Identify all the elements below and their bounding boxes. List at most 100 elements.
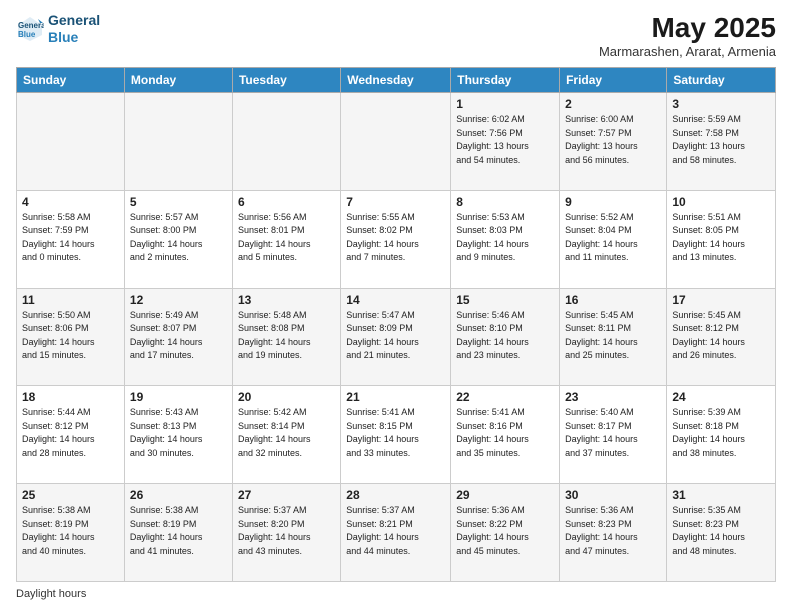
day-number: 29 — [456, 488, 554, 502]
day-info: Sunrise: 5:46 AM Sunset: 8:10 PM Dayligh… — [456, 309, 554, 363]
day-info: Sunrise: 5:36 AM Sunset: 8:22 PM Dayligh… — [456, 504, 554, 558]
day-info: Sunrise: 5:41 AM Sunset: 8:16 PM Dayligh… — [456, 406, 554, 460]
calendar-week-1: 1 Sunrise: 6:02 AM Sunset: 7:56 PM Daylig… — [17, 93, 776, 191]
calendar-header-thursday: Thursday — [451, 68, 560, 93]
day-number: 15 — [456, 293, 554, 307]
calendar-cell: 30 Sunrise: 5:36 AM Sunset: 8:23 PM Dayli… — [560, 484, 667, 582]
calendar-cell: 13Sunrise: 5:48 AM Sunset: 8:08 PM Dayli… — [232, 288, 340, 386]
day-number: 12 — [130, 293, 227, 307]
day-info: Sunrise: 5:47 AM Sunset: 8:09 PM Dayligh… — [346, 309, 445, 363]
main-title: May 2025 — [599, 12, 776, 44]
day-info: Sunrise: 5:37 AM Sunset: 8:20 PM Dayligh… — [238, 504, 335, 558]
logo-icon: General Blue — [16, 15, 44, 43]
day-info: Sunrise: 5:51 AM Sunset: 8:05 PM Dayligh… — [672, 211, 770, 265]
day-info: Sunrise: 5:45 AM Sunset: 8:11 PM Dayligh… — [565, 309, 661, 363]
day-number: 17 — [672, 293, 770, 307]
calendar-cell: 6 Sunrise: 5:56 AM Sunset: 8:01 PM Daylig… — [232, 190, 340, 288]
calendar-header-friday: Friday — [560, 68, 667, 93]
footer: Daylight hours — [16, 588, 776, 600]
day-number: 7 — [346, 195, 445, 209]
day-info: Sunrise: 5:36 AM Sunset: 8:23 PM Dayligh… — [565, 504, 661, 558]
day-number: 21 — [346, 390, 445, 404]
calendar-cell: 10Sunrise: 5:51 AM Sunset: 8:05 PM Dayli… — [667, 190, 776, 288]
day-info: Sunrise: 5:44 AM Sunset: 8:12 PM Dayligh… — [22, 406, 119, 460]
logo: General Blue General Blue — [16, 12, 100, 46]
day-info: Sunrise: 5:38 AM Sunset: 8:19 PM Dayligh… — [130, 504, 227, 558]
day-info: Sunrise: 5:59 AM Sunset: 7:58 PM Dayligh… — [672, 113, 770, 167]
calendar-cell: 31 Sunrise: 5:35 AM Sunset: 8:23 PM Dayli… — [667, 484, 776, 582]
calendar-cell: 8Sunrise: 5:53 AM Sunset: 8:03 PM Daylig… — [451, 190, 560, 288]
calendar-cell: 25 Sunrise: 5:38 AM Sunset: 8:19 PM Dayli… — [17, 484, 125, 582]
day-number: 24 — [672, 390, 770, 404]
day-number: 28 — [346, 488, 445, 502]
day-info: Sunrise: 5:45 AM Sunset: 8:12 PM Dayligh… — [672, 309, 770, 363]
day-number: 20 — [238, 390, 335, 404]
day-info: Sunrise: 5:37 AM Sunset: 8:21 PM Dayligh… — [346, 504, 445, 558]
day-info: Sunrise: 5:35 AM Sunset: 8:23 PM Dayligh… — [672, 504, 770, 558]
day-number: 13 — [238, 293, 335, 307]
calendar-cell — [232, 93, 340, 191]
day-number: 1 — [456, 97, 554, 111]
day-number: 25 — [22, 488, 119, 502]
title-block: May 2025 Marmarashen, Ararat, Armenia — [599, 12, 776, 59]
day-number: 26 — [130, 488, 227, 502]
calendar-week-5: 25 Sunrise: 5:38 AM Sunset: 8:19 PM Dayli… — [17, 484, 776, 582]
calendar-cell: 12Sunrise: 5:49 AM Sunset: 8:07 PM Dayli… — [124, 288, 232, 386]
day-number: 3 — [672, 97, 770, 111]
calendar-cell — [341, 93, 451, 191]
day-number: 8 — [456, 195, 554, 209]
day-info: Sunrise: 5:52 AM Sunset: 8:04 PM Dayligh… — [565, 211, 661, 265]
day-number: 9 — [565, 195, 661, 209]
calendar-cell: 23Sunrise: 5:40 AM Sunset: 8:17 PM Dayli… — [560, 386, 667, 484]
day-number: 19 — [130, 390, 227, 404]
calendar-cell: 15 Sunrise: 5:46 AM Sunset: 8:10 PM Dayli… — [451, 288, 560, 386]
header: General Blue General Blue May 2025 Marma… — [16, 12, 776, 59]
calendar-cell: 20 Sunrise: 5:42 AM Sunset: 8:14 PM Dayli… — [232, 386, 340, 484]
calendar-cell: 5 Sunrise: 5:57 AM Sunset: 8:00 PM Daylig… — [124, 190, 232, 288]
day-number: 4 — [22, 195, 119, 209]
day-info: Sunrise: 6:00 AM Sunset: 7:57 PM Dayligh… — [565, 113, 661, 167]
calendar-header-wednesday: Wednesday — [341, 68, 451, 93]
logo-text: General Blue — [48, 12, 100, 46]
calendar-cell — [17, 93, 125, 191]
day-number: 6 — [238, 195, 335, 209]
calendar-cell: 11Sunrise: 5:50 AM Sunset: 8:06 PM Dayli… — [17, 288, 125, 386]
calendar-week-4: 18 Sunrise: 5:44 AM Sunset: 8:12 PM Dayli… — [17, 386, 776, 484]
day-number: 31 — [672, 488, 770, 502]
calendar-cell — [124, 93, 232, 191]
day-info: Sunrise: 5:39 AM Sunset: 8:18 PM Dayligh… — [672, 406, 770, 460]
day-number: 5 — [130, 195, 227, 209]
day-number: 30 — [565, 488, 661, 502]
calendar-cell: 1 Sunrise: 6:02 AM Sunset: 7:56 PM Daylig… — [451, 93, 560, 191]
calendar-cell: 24 Sunrise: 5:39 AM Sunset: 8:18 PM Dayli… — [667, 386, 776, 484]
day-number: 22 — [456, 390, 554, 404]
calendar-week-2: 4Sunrise: 5:58 AM Sunset: 7:59 PM Daylig… — [17, 190, 776, 288]
daylight-label: Daylight hours — [16, 588, 86, 600]
calendar-cell: 28 Sunrise: 5:37 AM Sunset: 8:21 PM Dayli… — [341, 484, 451, 582]
calendar-cell: 2Sunrise: 6:00 AM Sunset: 7:57 PM Daylig… — [560, 93, 667, 191]
day-info: Sunrise: 5:56 AM Sunset: 8:01 PM Dayligh… — [238, 211, 335, 265]
day-number: 16 — [565, 293, 661, 307]
day-info: Sunrise: 5:38 AM Sunset: 8:19 PM Dayligh… — [22, 504, 119, 558]
day-info: Sunrise: 5:42 AM Sunset: 8:14 PM Dayligh… — [238, 406, 335, 460]
day-info: Sunrise: 5:50 AM Sunset: 8:06 PM Dayligh… — [22, 309, 119, 363]
calendar-cell: 16 Sunrise: 5:45 AM Sunset: 8:11 PM Dayli… — [560, 288, 667, 386]
day-info: Sunrise: 5:55 AM Sunset: 8:02 PM Dayligh… — [346, 211, 445, 265]
page: General Blue General Blue May 2025 Marma… — [0, 0, 792, 612]
svg-text:Blue: Blue — [18, 30, 36, 39]
calendar-cell: 4Sunrise: 5:58 AM Sunset: 7:59 PM Daylig… — [17, 190, 125, 288]
calendar-cell: 19Sunrise: 5:43 AM Sunset: 8:13 PM Dayli… — [124, 386, 232, 484]
calendar-cell: 22 Sunrise: 5:41 AM Sunset: 8:16 PM Dayli… — [451, 386, 560, 484]
calendar-cell: 26 Sunrise: 5:38 AM Sunset: 8:19 PM Dayli… — [124, 484, 232, 582]
calendar-header-sunday: Sunday — [17, 68, 125, 93]
day-info: Sunrise: 6:02 AM Sunset: 7:56 PM Dayligh… — [456, 113, 554, 167]
day-number: 18 — [22, 390, 119, 404]
calendar-cell: 7 Sunrise: 5:55 AM Sunset: 8:02 PM Daylig… — [341, 190, 451, 288]
calendar-week-3: 11Sunrise: 5:50 AM Sunset: 8:06 PM Dayli… — [17, 288, 776, 386]
day-number: 14 — [346, 293, 445, 307]
calendar-cell: 18 Sunrise: 5:44 AM Sunset: 8:12 PM Dayli… — [17, 386, 125, 484]
day-info: Sunrise: 5:57 AM Sunset: 8:00 PM Dayligh… — [130, 211, 227, 265]
calendar-header-row: SundayMondayTuesdayWednesdayThursdayFrid… — [17, 68, 776, 93]
calendar-cell: 29 Sunrise: 5:36 AM Sunset: 8:22 PM Dayli… — [451, 484, 560, 582]
day-number: 23 — [565, 390, 661, 404]
